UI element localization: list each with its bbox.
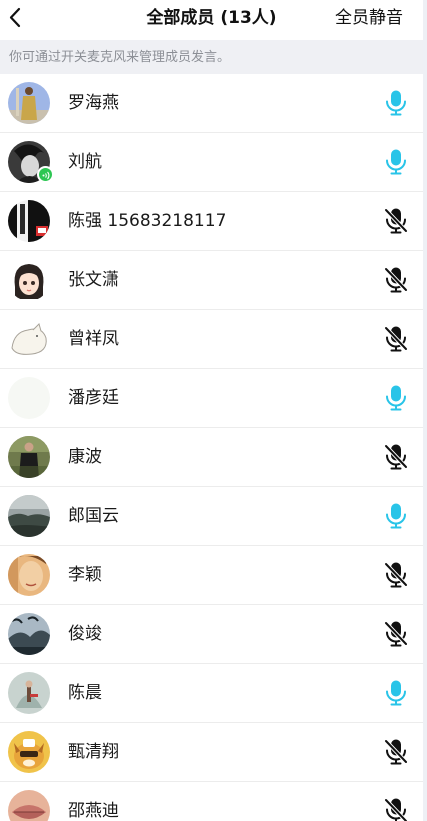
mic-muted-icon — [384, 739, 408, 765]
avatar — [8, 613, 50, 655]
member-name: 康波 — [68, 447, 102, 467]
avatar — [8, 495, 50, 537]
avatar — [8, 790, 50, 821]
avatar — [8, 377, 50, 419]
member-row[interactable]: 刘航 — [0, 133, 423, 192]
member-name: 李颖 — [68, 565, 102, 585]
member-row[interactable]: 李颖 — [0, 546, 423, 605]
speaking-badge — [37, 166, 54, 183]
member-row[interactable]: 邵燕迪 — [0, 782, 423, 821]
avatar — [8, 672, 50, 714]
avatar — [8, 259, 50, 301]
member-row[interactable]: 陈晨 — [0, 664, 423, 723]
mic-muted-icon — [384, 326, 408, 352]
hint-text: 你可通过开关麦克风来管理成员发言。 — [9, 50, 231, 65]
member-name: 曾祥凤 — [68, 329, 119, 349]
member-row[interactable]: 潘彦廷 — [0, 369, 423, 428]
member-list-screen: 全部成员 (13人) 全员静音 你可通过开关麦克风来管理成员发言。 罗海燕 刘航… — [0, 0, 427, 821]
mute-all-button[interactable]: 全员静音 — [335, 6, 403, 30]
mic-icon — [386, 90, 406, 116]
member-name: 郎国云 — [68, 506, 119, 526]
mic-toggle[interactable] — [383, 207, 409, 235]
mic-icon — [386, 149, 406, 175]
mic-toggle[interactable] — [383, 89, 409, 117]
mic-toggle[interactable] — [383, 266, 409, 294]
mic-toggle[interactable] — [383, 620, 409, 648]
member-name: 俊竣 — [68, 624, 102, 644]
mic-icon — [386, 680, 406, 706]
mic-toggle[interactable] — [383, 443, 409, 471]
avatar — [8, 200, 50, 242]
mic-toggle[interactable] — [383, 384, 409, 412]
avatar — [8, 318, 50, 360]
member-name: 罗海燕 — [68, 93, 119, 113]
mic-muted-icon — [384, 621, 408, 647]
member-row[interactable]: 曾祥凤 — [0, 310, 423, 369]
member-row[interactable]: 郎国云 — [0, 487, 423, 546]
member-name: 甄清翔 — [68, 742, 119, 762]
mic-toggle[interactable] — [383, 738, 409, 766]
scroll-edge — [423, 0, 427, 821]
member-row[interactable]: 罗海燕 — [0, 74, 423, 133]
mic-muted-icon — [384, 208, 408, 234]
mic-muted-icon — [384, 444, 408, 470]
mic-muted-icon — [384, 267, 408, 293]
member-row[interactable]: 康波 — [0, 428, 423, 487]
member-name: 陈晨 — [68, 683, 102, 703]
nav-bar: 全部成员 (13人) 全员静音 — [0, 0, 423, 40]
mic-toggle[interactable] — [383, 325, 409, 353]
member-name: 刘航 — [68, 152, 102, 172]
avatar — [8, 82, 50, 124]
mic-icon — [386, 503, 406, 529]
member-list: 罗海燕 刘航 陈强 15683218117 张文潇 曾祥凤 潘彦廷 康波 郎国云… — [0, 74, 423, 821]
mic-toggle[interactable] — [383, 561, 409, 589]
mic-muted-icon — [384, 562, 408, 588]
mic-muted-icon — [384, 798, 408, 821]
member-row[interactable]: 陈强 15683218117 — [0, 192, 423, 251]
mic-toggle[interactable] — [383, 502, 409, 530]
mic-toggle[interactable] — [383, 797, 409, 821]
avatar — [8, 436, 50, 478]
avatar — [8, 554, 50, 596]
hint-bar: 你可通过开关麦克风来管理成员发言。 — [0, 40, 423, 74]
member-name: 潘彦廷 — [68, 388, 119, 408]
member-row[interactable]: 张文潇 — [0, 251, 423, 310]
member-row[interactable]: 俊竣 — [0, 605, 423, 664]
sound-wave-icon — [42, 171, 50, 180]
member-name: 张文潇 — [68, 270, 119, 290]
member-row[interactable]: 甄清翔 — [0, 723, 423, 782]
mic-toggle[interactable] — [383, 148, 409, 176]
member-name: 陈强 15683218117 — [68, 211, 227, 231]
mic-toggle[interactable] — [383, 679, 409, 707]
avatar — [8, 731, 50, 773]
mic-icon — [386, 385, 406, 411]
member-name: 邵燕迪 — [68, 801, 119, 821]
